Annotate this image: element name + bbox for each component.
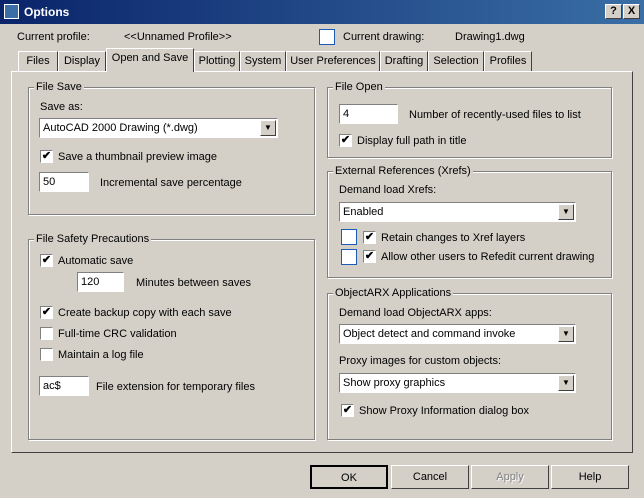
proxy-info-checkbox[interactable]: ✔ bbox=[341, 404, 354, 417]
retain-xref-checkbox[interactable]: ✔ bbox=[363, 231, 376, 244]
proxy-info-label: Show Proxy Information dialog box bbox=[359, 405, 529, 417]
cancel-button[interactable]: Cancel bbox=[391, 465, 469, 489]
demand-xrefs-value: Enabled bbox=[343, 206, 384, 218]
temp-extension-label: File extension for temporary files bbox=[96, 381, 255, 393]
log-file-checkbox[interactable] bbox=[40, 348, 53, 361]
incremental-save-input[interactable]: 50 bbox=[39, 172, 89, 192]
file-open-title: File Open bbox=[333, 81, 385, 93]
help-button[interactable]: Help bbox=[551, 465, 629, 489]
autosave-label: Automatic save bbox=[58, 255, 134, 267]
recent-files-input[interactable]: 4 bbox=[339, 104, 398, 124]
proxy-images-dropdown[interactable]: Show proxy graphics ▼ bbox=[339, 373, 576, 393]
save-as-value: AutoCAD 2000 Drawing (*.dwg) bbox=[43, 122, 198, 134]
minutes-between-saves-input[interactable]: 120 bbox=[77, 272, 124, 292]
crc-label: Full-time CRC validation bbox=[58, 328, 177, 340]
backup-label: Create backup copy with each save bbox=[58, 307, 232, 319]
autocad-app-icon bbox=[4, 4, 19, 19]
current-drawing-value: Drawing1.dwg bbox=[455, 31, 525, 43]
apply-button[interactable]: Apply bbox=[471, 465, 549, 489]
tab-plotting[interactable]: Plotting bbox=[194, 51, 240, 71]
window-title: Options bbox=[24, 5, 70, 19]
xrefs-title: External References (Xrefs) bbox=[333, 165, 473, 177]
tab-system[interactable]: System bbox=[240, 51, 286, 71]
demand-arx-label: Demand load ObjectARX apps: bbox=[339, 307, 492, 319]
file-safety-title: File Safety Precautions bbox=[34, 233, 152, 245]
save-as-label: Save as: bbox=[40, 101, 83, 113]
current-profile-value: <<Unnamed Profile>> bbox=[124, 31, 232, 43]
help-title-button[interactable]: ? bbox=[605, 4, 622, 19]
chevron-down-icon[interactable]: ▼ bbox=[558, 204, 574, 220]
drawing-icon bbox=[319, 29, 335, 45]
chevron-down-icon[interactable]: ▼ bbox=[260, 120, 276, 136]
tab-selection[interactable]: Selection bbox=[428, 51, 484, 71]
demand-arx-dropdown[interactable]: Object detect and command invoke ▼ bbox=[339, 324, 576, 344]
incremental-save-label: Incremental save percentage bbox=[100, 177, 242, 189]
minutes-between-saves-value: 120 bbox=[81, 276, 100, 288]
incremental-save-value: 50 bbox=[43, 176, 56, 188]
demand-xrefs-dropdown[interactable]: Enabled ▼ bbox=[339, 202, 576, 222]
current-profile-label: Current profile: bbox=[17, 31, 90, 43]
refedit-label: Allow other users to Refedit current dra… bbox=[381, 251, 595, 263]
thumbnail-label: Save a thumbnail preview image bbox=[58, 151, 217, 163]
full-path-checkbox[interactable]: ✔ bbox=[339, 134, 352, 147]
full-path-label: Display full path in title bbox=[357, 135, 467, 147]
demand-arx-value: Object detect and command invoke bbox=[343, 328, 516, 340]
crc-checkbox[interactable] bbox=[40, 327, 53, 340]
thumbnail-checkbox[interactable]: ✔ bbox=[40, 150, 53, 163]
xref-layer-icon bbox=[341, 229, 357, 245]
proxy-images-value: Show proxy graphics bbox=[343, 377, 446, 389]
tab-open-and-save[interactable]: Open and Save bbox=[106, 48, 194, 72]
ok-button[interactable]: OK bbox=[310, 465, 388, 489]
recent-files-label: Number of recently-used files to list bbox=[409, 109, 581, 121]
current-drawing-label: Current drawing: bbox=[343, 31, 425, 43]
tab-user-preferences[interactable]: User Preferences bbox=[286, 51, 380, 71]
chevron-down-icon[interactable]: ▼ bbox=[558, 375, 574, 391]
refedit-checkbox[interactable]: ✔ bbox=[363, 250, 376, 263]
backup-checkbox[interactable]: ✔ bbox=[40, 306, 53, 319]
file-save-title: File Save bbox=[34, 81, 84, 93]
proxy-images-label: Proxy images for custom objects: bbox=[339, 355, 502, 367]
temp-extension-input[interactable]: ac$ bbox=[39, 376, 89, 396]
retain-xref-label: Retain changes to Xref layers bbox=[381, 232, 526, 244]
minutes-between-saves-label: Minutes between saves bbox=[136, 277, 251, 289]
tab-profiles[interactable]: Profiles bbox=[484, 51, 532, 71]
save-as-dropdown[interactable]: AutoCAD 2000 Drawing (*.dwg) ▼ bbox=[39, 118, 278, 138]
temp-extension-value: ac$ bbox=[43, 380, 61, 392]
objectarx-title: ObjectARX Applications bbox=[333, 287, 454, 299]
tab-files[interactable]: Files bbox=[18, 51, 58, 71]
xref-refedit-icon bbox=[341, 249, 357, 265]
recent-files-value: 4 bbox=[343, 108, 350, 120]
tab-display[interactable]: Display bbox=[58, 51, 106, 71]
demand-xrefs-label: Demand load Xrefs: bbox=[339, 184, 437, 196]
tab-drafting[interactable]: Drafting bbox=[380, 51, 428, 71]
log-file-label: Maintain a log file bbox=[58, 349, 144, 361]
title-bar[interactable] bbox=[0, 0, 644, 24]
close-title-button[interactable]: X bbox=[623, 4, 640, 19]
autosave-checkbox[interactable]: ✔ bbox=[40, 254, 53, 267]
chevron-down-icon[interactable]: ▼ bbox=[558, 326, 574, 342]
